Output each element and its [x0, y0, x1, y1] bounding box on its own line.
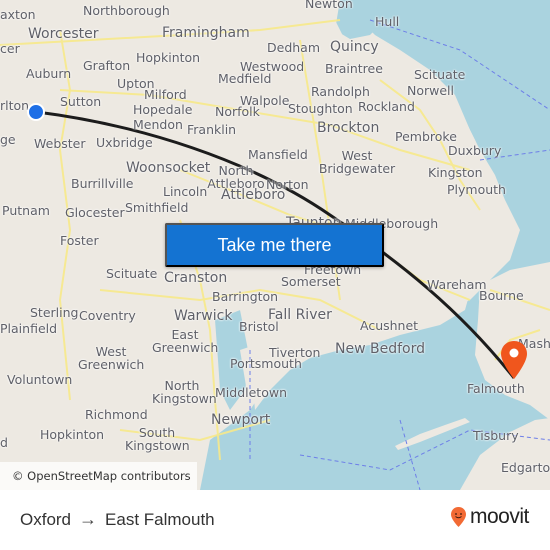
- place-label: axton: [0, 7, 36, 22]
- place-label: Stoughton: [288, 101, 353, 116]
- place-label: Coventry: [79, 308, 136, 323]
- place-label: Bristol: [239, 319, 279, 334]
- moovit-logo[interactable]: moovit: [450, 505, 529, 529]
- place-label: Scituate: [106, 266, 158, 281]
- origin-name: Oxford: [20, 509, 72, 529]
- place-label: Somerset: [281, 274, 341, 289]
- place-label: Grafton: [83, 58, 131, 73]
- place-label-text: South Kingstown: [125, 425, 190, 454]
- origin-marker[interactable]: [27, 103, 45, 121]
- place-label: Newton: [305, 0, 353, 11]
- place-label: West Greenwich: [78, 345, 144, 371]
- place-label: Kingston: [428, 165, 483, 180]
- moovit-pin-icon: [451, 507, 466, 527]
- place-label: Falmouth: [467, 381, 525, 396]
- map[interactable]: Northborough Newton Hull axton Worcester…: [0, 0, 550, 490]
- place-label: Northborough: [83, 3, 170, 18]
- map-attribution[interactable]: © OpenStreetMap contributors: [0, 462, 197, 490]
- place-label: Dedham: [267, 40, 321, 55]
- place-label: Bourne: [479, 288, 524, 303]
- place-label: Franklin: [187, 122, 237, 137]
- moovit-wordmark: moovit: [470, 505, 529, 528]
- place-label: Rockland: [358, 99, 415, 114]
- place-label: Hopedale: [133, 102, 193, 117]
- place-label: Hull: [375, 14, 400, 29]
- place-label: Edgartown: [501, 460, 550, 475]
- place-label: Norwell: [407, 83, 454, 98]
- attribution-text[interactable]: © OpenStreetMap contributors: [12, 469, 191, 483]
- place-label: Medfield: [218, 71, 272, 86]
- place-label: Randolph: [311, 84, 370, 99]
- place-label: Sterling: [30, 305, 79, 320]
- place-label: Smithfield: [125, 200, 189, 215]
- place-label: Pembroke: [395, 129, 457, 144]
- place-label: d: [0, 435, 8, 450]
- destination-name: East Falmouth: [105, 509, 215, 529]
- place-label: Woonsocket: [126, 160, 211, 176]
- place-label: Portsmouth: [230, 356, 302, 371]
- place-label: Voluntown: [7, 372, 73, 387]
- place-label: North Kingstown: [152, 378, 217, 407]
- place-label: Newport: [211, 412, 271, 428]
- take-me-there-button[interactable]: Take me there: [165, 223, 384, 267]
- place-label: Plainfield: [0, 321, 58, 336]
- place-label: Putnam: [2, 203, 50, 218]
- place-label: Worcester: [28, 26, 99, 42]
- place-label: Brockton: [317, 120, 380, 136]
- place-label: Auburn: [26, 66, 72, 81]
- place-label: rlton: [0, 98, 30, 113]
- place-label: Framingham: [162, 25, 250, 41]
- place-label: East Greenwich: [152, 328, 218, 354]
- place-label: Middletown: [215, 385, 287, 400]
- place-label: Hopkinton: [136, 50, 201, 65]
- place-label: Wareham: [427, 277, 487, 292]
- place-label: South Kingstown: [125, 425, 190, 454]
- place-label: Mansfield: [248, 147, 308, 162]
- place-label: Milford: [144, 87, 187, 102]
- place-label: Scituate: [414, 67, 466, 82]
- place-label: Attleboro: [221, 187, 286, 203]
- place-label: Plymouth: [447, 182, 506, 197]
- place-label: Barrington: [212, 289, 279, 304]
- place-label: Cranston: [164, 270, 228, 286]
- place-label: Braintree: [325, 61, 383, 76]
- place-label: Acushnet: [360, 318, 419, 333]
- place-label: Norfolk: [215, 104, 260, 119]
- place-label-text: North Kingstown: [152, 378, 217, 407]
- place-label-text: West Bridgewater: [318, 148, 396, 177]
- place-label: New Bedford: [335, 341, 425, 357]
- place-label: West Bridgewater: [312, 149, 402, 175]
- place-label: Warwick: [174, 308, 233, 324]
- place-label-text: West Greenwich: [78, 344, 145, 373]
- place-label-text: East Greenwich: [152, 327, 219, 356]
- place-label: Quincy: [330, 39, 379, 55]
- place-label: Glocester: [65, 205, 125, 220]
- place-label: Tisbury: [473, 428, 519, 443]
- place-label: Burrillville: [71, 176, 134, 191]
- place-label: Lincoln: [163, 184, 208, 199]
- place-label: Hopkinton: [40, 427, 105, 442]
- place-label: ge: [0, 132, 16, 147]
- destination-pin-icon[interactable]: [499, 340, 529, 380]
- place-label: Webster: [34, 136, 86, 151]
- place-label: Sutton: [60, 94, 102, 109]
- place-label: Foster: [60, 233, 99, 248]
- route-summary: Oxford → East Falmouth: [20, 509, 215, 530]
- arrow-right-icon: →: [79, 509, 98, 529]
- place-label: Richmond: [85, 407, 148, 422]
- place-label: Mendon: [133, 117, 183, 132]
- place-label: Uxbridge: [96, 135, 153, 150]
- place-label: Duxbury: [448, 143, 502, 158]
- place-label: cer: [0, 41, 20, 56]
